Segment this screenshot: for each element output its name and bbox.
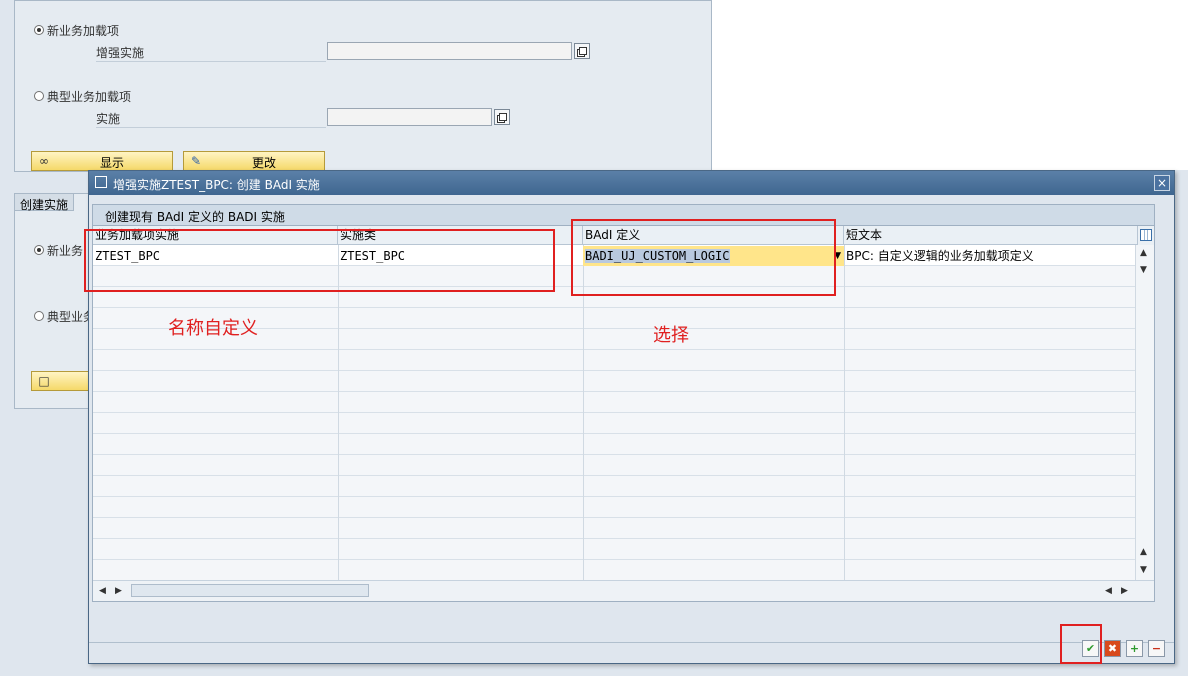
scroll-right-icon[interactable]: ▶ [1121, 586, 1128, 596]
insert-row-icon[interactable]: + [1126, 640, 1143, 657]
annotation-select: 选择 [653, 325, 689, 346]
label-underline [96, 127, 326, 128]
implementation-label: 实施 [96, 112, 121, 126]
column-header-short-text[interactable]: 短文本 [844, 226, 1138, 245]
implementation-field[interactable] [327, 108, 492, 126]
radio-new-badi[interactable] [34, 25, 44, 35]
scroll-left-icon[interactable]: ◀ [1105, 586, 1112, 596]
scroll-down-icon[interactable]: ▼ [1140, 265, 1147, 275]
vertical-scrollbar[interactable]: ▲ ▼ ▲ ▼ [1135, 245, 1154, 583]
display-button[interactable]: ∞ 显示 [31, 151, 173, 171]
dialog-title: 增强实施ZTEST_BPC: 创建 BAdI 实施 [113, 178, 320, 192]
table-row[interactable] [93, 539, 1138, 560]
annotation-name-custom: 名称自定义 [168, 318, 258, 339]
column-divider [338, 245, 339, 583]
table-row[interactable] [93, 392, 1138, 413]
enhancement-impl-field[interactable] [327, 42, 572, 60]
radio-classic-badi-label: 典型业务加载项 [47, 90, 132, 104]
scroll-right-icon[interactable]: ▶ [115, 586, 122, 596]
close-icon[interactable]: × [1154, 175, 1170, 191]
cancel-icon[interactable]: ✖ [1104, 640, 1121, 657]
table-row[interactable] [93, 518, 1138, 539]
enhancement-impl-label: 增强实施 [96, 46, 145, 60]
new-document-icon: □ [38, 374, 50, 388]
radio-classic-badi-2[interactable] [34, 311, 44, 321]
create-implementation-tab: 创建实施 [14, 193, 74, 212]
table-row[interactable] [93, 560, 1138, 581]
scroll-page-up-icon[interactable]: ▲ [1140, 547, 1147, 557]
scroll-up-icon[interactable]: ▲ [1140, 248, 1147, 258]
table-row[interactable] [93, 371, 1138, 392]
table-row[interactable] [93, 434, 1138, 455]
short-text-cell: BPC: 自定义逻辑的业务加载项定义 [846, 249, 1034, 263]
delete-row-icon[interactable]: − [1148, 640, 1165, 657]
footer-divider [89, 642, 1174, 643]
radio-new-badi-label: 新业务加载项 [47, 24, 120, 38]
label-underline [96, 61, 326, 62]
scroll-page-down-icon[interactable]: ▼ [1140, 565, 1147, 575]
annotation-box-confirm [1060, 624, 1102, 664]
annotation-box-name [84, 229, 555, 292]
radio-new-badi-2[interactable] [34, 245, 44, 255]
change-button[interactable]: ✎ 更改 [183, 151, 325, 171]
table-row[interactable] [93, 350, 1138, 371]
table-settings-icon[interactable] [1138, 226, 1154, 246]
horizontal-scrollbar[interactable]: ◀ ▶ ◀ ▶ [93, 580, 1154, 601]
table-row[interactable] [93, 413, 1138, 434]
scroll-left-icon[interactable]: ◀ [99, 586, 106, 596]
table-row[interactable] [93, 455, 1138, 476]
radio-classic-badi[interactable] [34, 91, 44, 101]
annotation-box-badi [571, 219, 836, 296]
background-blank-area [712, 0, 1188, 170]
table-row[interactable] [93, 497, 1138, 518]
glasses-icon: ∞ [39, 154, 49, 168]
create-implementation-title: 创建实施 [20, 198, 69, 212]
column-divider [844, 245, 845, 583]
table-row[interactable] [93, 476, 1138, 497]
scroll-thumb[interactable] [131, 584, 369, 597]
table-title: 创建现有 BAdI 定义的 BADI 实施 [105, 210, 285, 224]
create-button[interactable]: □ [31, 371, 91, 391]
value-help-icon[interactable] [494, 109, 510, 125]
value-help-icon[interactable] [574, 43, 590, 59]
dialog-title-bar[interactable]: 增强实施ZTEST_BPC: 创建 BAdI 实施 × [89, 171, 1174, 195]
pencil-icon: ✎ [190, 154, 202, 168]
edit-window-icon [95, 176, 107, 188]
radio-new-badi-2-label: 新业务 [47, 244, 84, 258]
